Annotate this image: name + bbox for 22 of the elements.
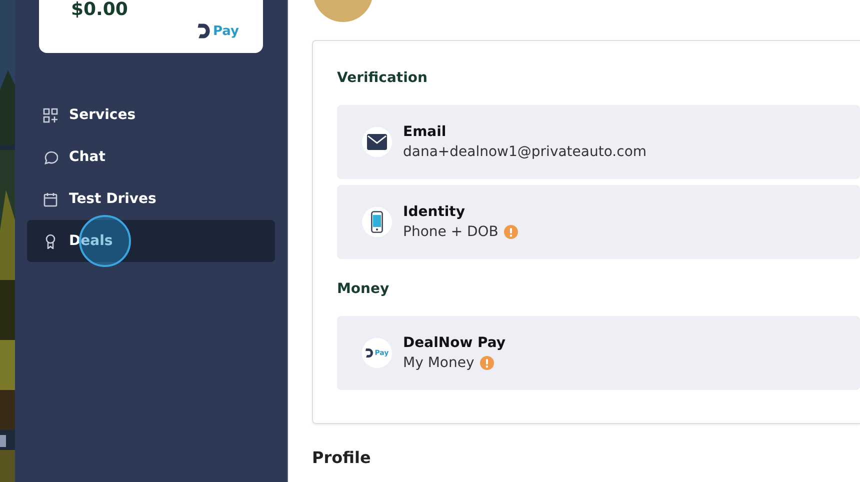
- row-title: DealNow Pay: [403, 334, 506, 353]
- balance-amount: $0.00: [71, 0, 129, 20]
- row-title: Identity: [403, 203, 466, 222]
- row-detail: dana+dealnow1@privateauto.com: [403, 143, 647, 162]
- row-detail: Phone + DOB: [403, 223, 498, 242]
- info-row[interactable]: Email dana+dealnow1@privateauto.com: [337, 105, 860, 179]
- row-detail: My Money: [403, 354, 474, 373]
- section-title: Verification: [337, 69, 428, 87]
- envelope-icon: [362, 127, 392, 157]
- nav-item[interactable]: Test Drives: [27, 178, 275, 220]
- info-row[interactable]: Identity Phone + DOB: [337, 185, 860, 259]
- award-icon: [43, 234, 58, 248]
- phone-icon: [362, 207, 392, 237]
- grid-icon: [43, 108, 58, 122]
- section-heading: Profile: [312, 448, 372, 467]
- section-title: Money: [337, 280, 390, 298]
- chat-icon: [43, 150, 58, 164]
- calendar-icon: [43, 192, 58, 206]
- pay-logo: Pay: [197, 23, 239, 39]
- nav-item[interactable]: Services: [27, 94, 275, 136]
- nav-item[interactable]: Chat: [27, 136, 275, 178]
- row-title: Email: [403, 123, 448, 142]
